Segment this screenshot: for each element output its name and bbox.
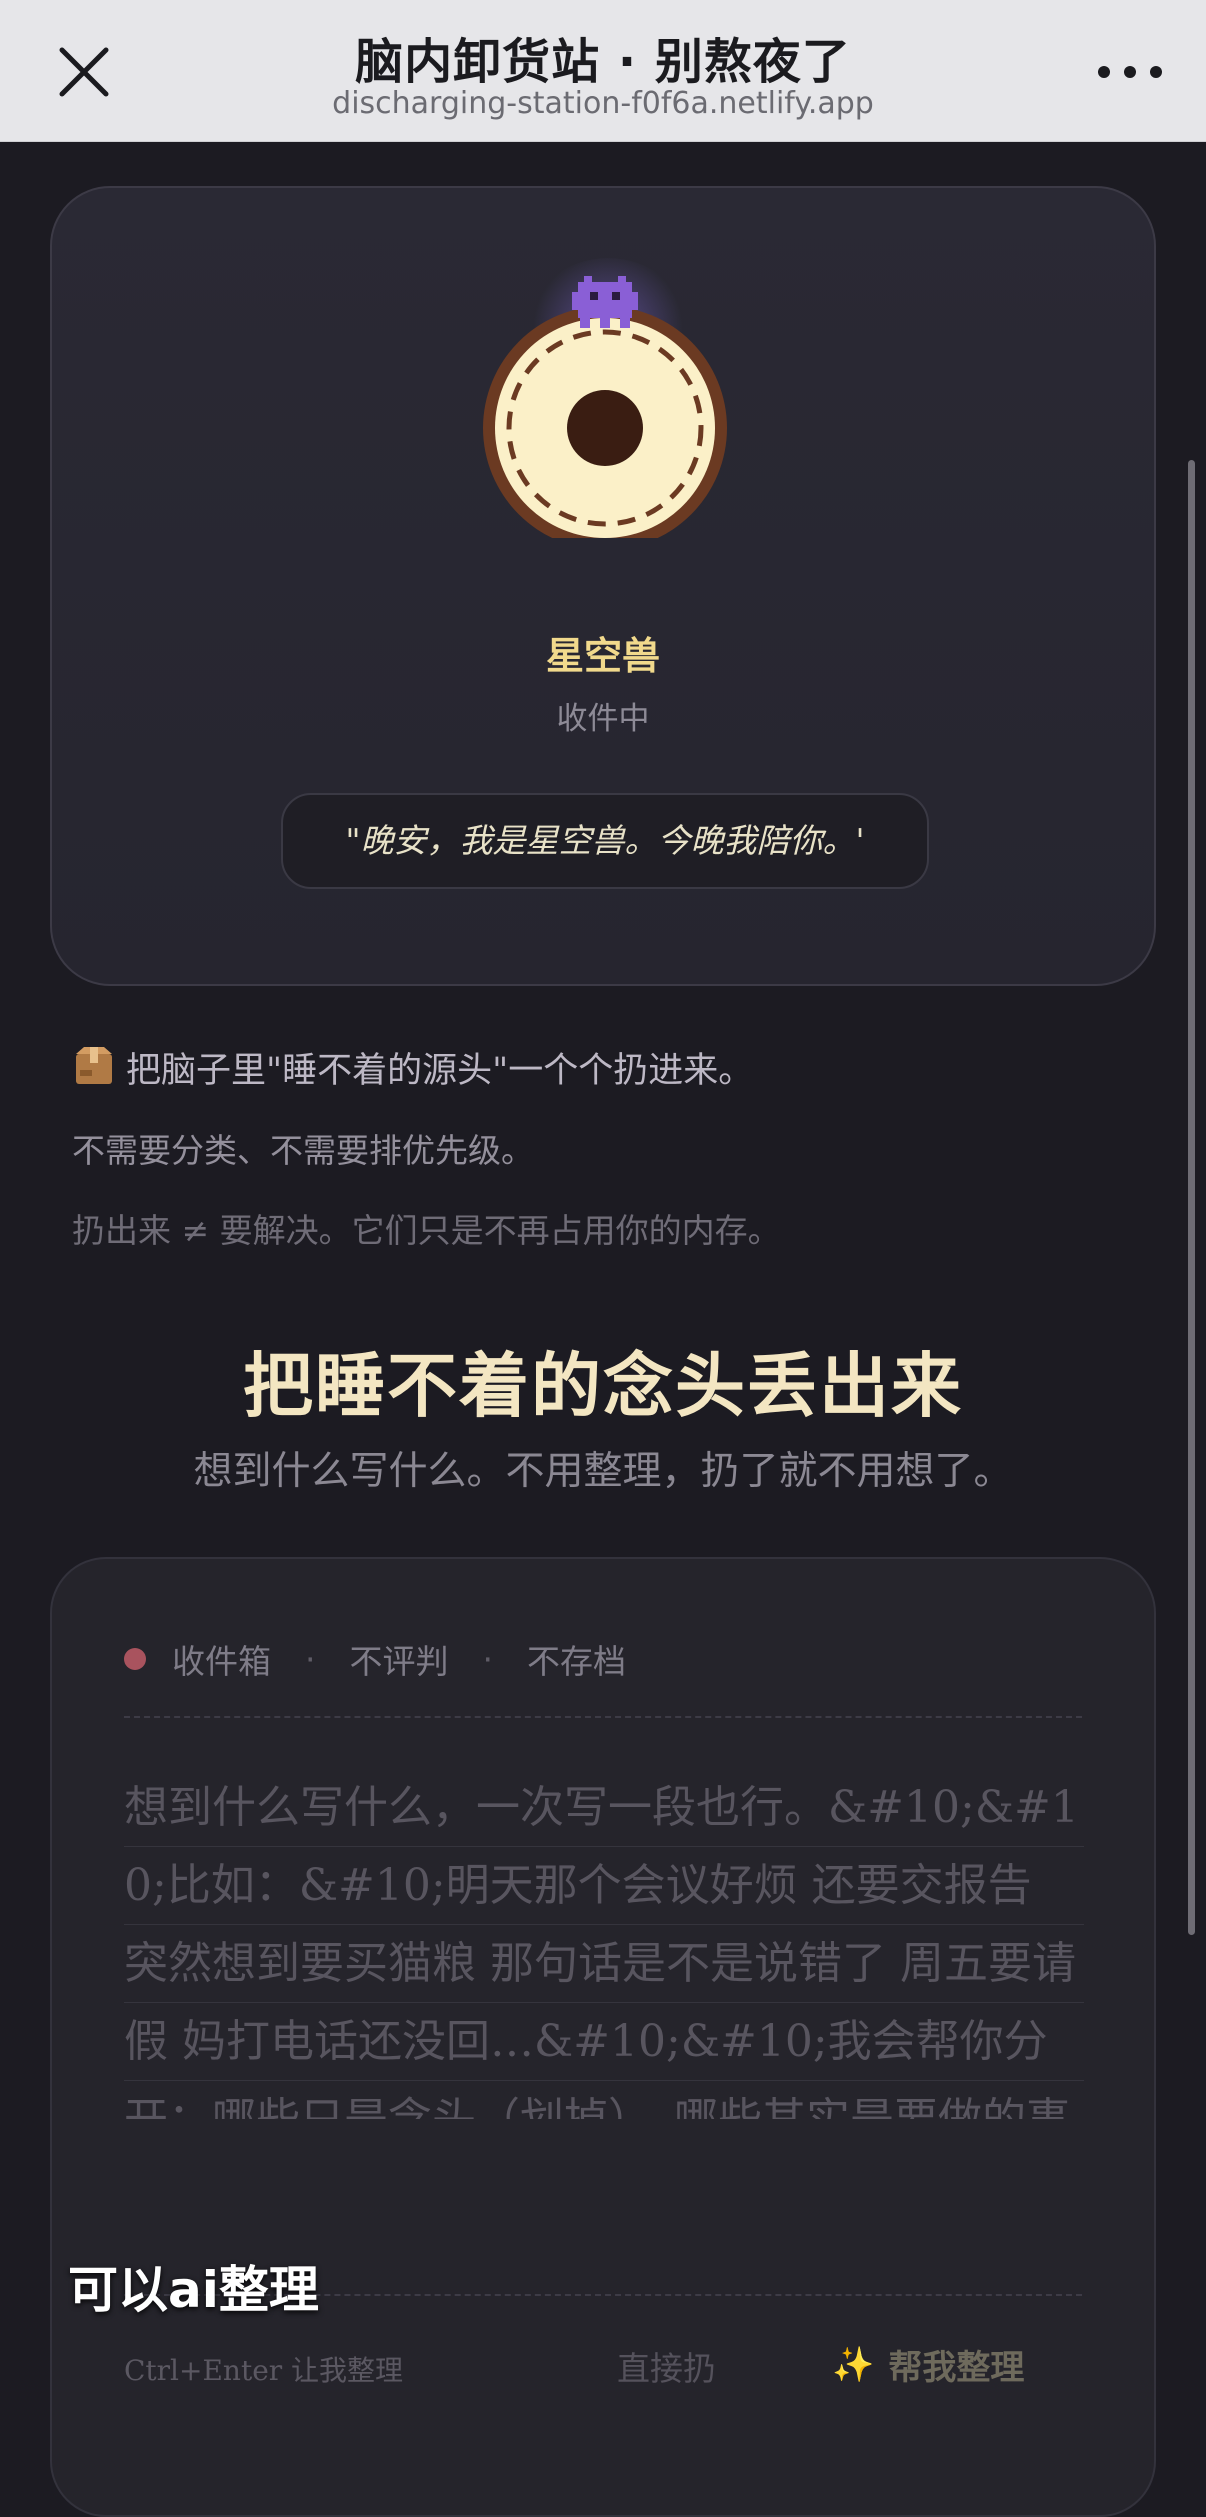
tag-no-archive: 不存档 xyxy=(527,1642,626,1681)
mascot-name: 星空兽 xyxy=(545,633,660,678)
intro-line-1-text: 把脑子里"睡不着的源头"一个个扔进来。 xyxy=(126,1051,754,1091)
intro-line-1: 把脑子里"睡不着的源头"一个个扔进来。 xyxy=(72,1042,753,1093)
main-heading: 把睡不着的念头丢出来 xyxy=(243,1344,963,1427)
pixel-creature-icon xyxy=(572,276,638,328)
mascot-status: 收件中 xyxy=(556,701,650,737)
tag-no-judge: 不评判 xyxy=(349,1642,449,1681)
status-dot xyxy=(124,1648,146,1670)
mascot-card: 星空兽 收件中 "晚安，我是星空兽。今晚我陪你。' xyxy=(50,186,1156,986)
input-card: 收件箱 · 不评判 · 不存档 想到什么写什么，一次写一段也行。&#10;&#1… xyxy=(50,1557,1156,2517)
browser-top-bar: 脑内卸货站 · 别熬夜了 discharging-station-f0f6a.n… xyxy=(0,0,1206,142)
tag-separator: · xyxy=(305,1639,316,1679)
shortcut-hint: Ctrl+Enter 让我整理 xyxy=(124,2354,404,2387)
package-icon xyxy=(76,1047,112,1084)
sparkle-icon: ✨ xyxy=(832,2344,875,2385)
organize-button-label: 帮我整理 xyxy=(888,2348,1025,2388)
divider xyxy=(124,1716,1082,1718)
intro-line-2: 不需要分类、不需要排优先级。 xyxy=(72,1131,534,1170)
thought-textarea[interactable]: 想到什么写什么，一次写一段也行。&#10;&#10;比如：&#10;明天那个会议… xyxy=(124,1769,1084,2119)
page-url: discharging-station-f0f6a.netlify.app xyxy=(332,86,874,121)
throw-directly-button[interactable]: 直接扔 xyxy=(617,2342,716,2390)
scrollbar[interactable] xyxy=(1188,460,1195,1935)
mascot-quote: "晚安，我是星空兽。今晚我陪你。' xyxy=(281,793,929,889)
tag-inbox: 收件箱 xyxy=(172,1642,271,1681)
overlay-caption: 可以ai整理 xyxy=(68,2261,319,2319)
more-horizontal-icon[interactable] xyxy=(1094,55,1166,89)
intro-line-3: 扔出来 ≠ 要解决。它们只是不再占用你的内存。 xyxy=(72,1211,781,1250)
page-title: 脑内卸货站 · 别熬夜了 xyxy=(355,34,851,90)
tag-separator: · xyxy=(482,1639,494,1679)
card-header: 收件箱 · 不评判 · 不存档 xyxy=(124,1635,626,1683)
sub-heading: 想到什么写什么。不用整理，扔了就不用想了。 xyxy=(193,1449,1013,1494)
mascot-illustration xyxy=(483,276,727,538)
organize-button[interactable]: ✨ 帮我整理 xyxy=(832,2340,1024,2389)
